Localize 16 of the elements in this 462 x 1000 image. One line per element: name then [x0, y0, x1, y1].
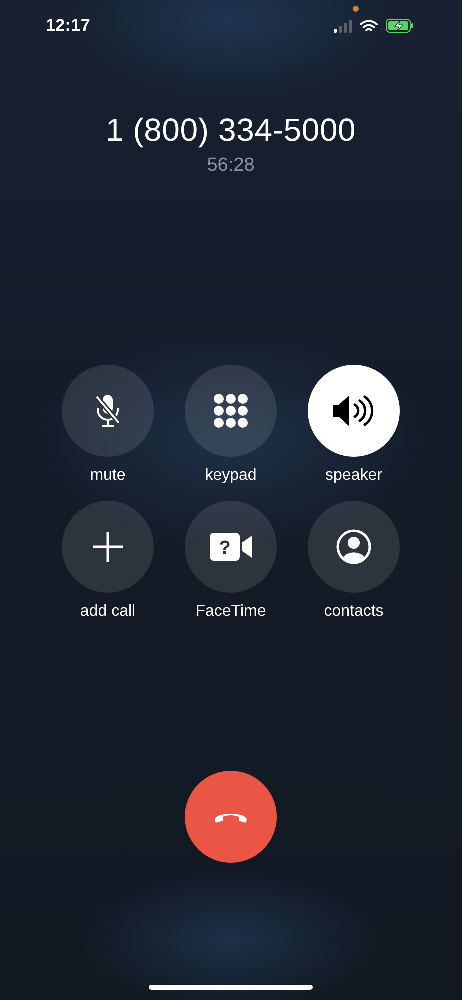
- plus-icon: [92, 531, 124, 563]
- signal-icon: [334, 20, 352, 32]
- facetime-button[interactable]: ?: [185, 501, 277, 593]
- clock-time: 12:17: [46, 16, 90, 36]
- keypad-icon: [213, 393, 249, 429]
- mic-off-icon: [95, 393, 121, 429]
- call-duration: 56:28: [207, 155, 255, 177]
- button-label: FaceTime: [196, 603, 266, 621]
- phone-number: 1 (800) 334-5000: [106, 112, 356, 149]
- wifi-icon: [360, 20, 378, 32]
- person-circle-icon: [336, 529, 372, 565]
- button-label: mute: [90, 467, 126, 485]
- button-label: add call: [80, 603, 136, 621]
- button-label: contacts: [324, 603, 384, 621]
- button-label: speaker: [326, 467, 382, 485]
- button-label: keypad: [205, 467, 257, 485]
